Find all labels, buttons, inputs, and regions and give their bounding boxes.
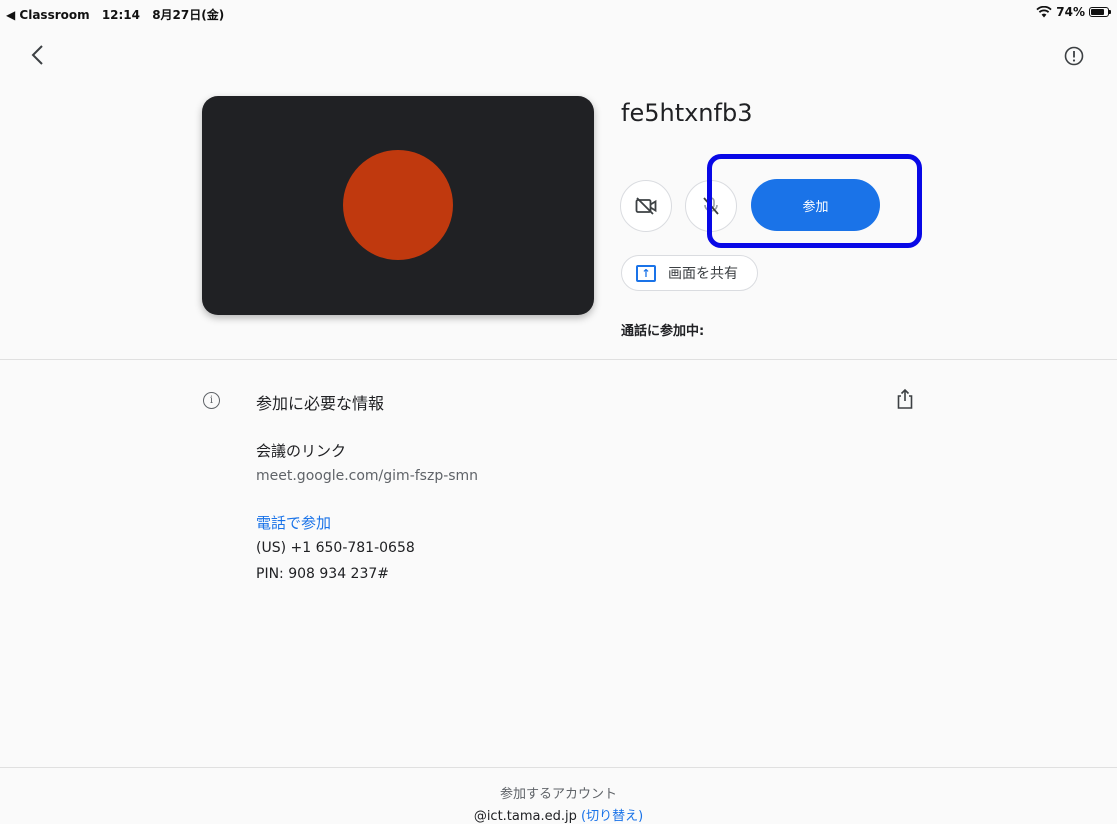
- status-time: 12:14: [101, 8, 141, 22]
- share-export-icon: [897, 388, 913, 409]
- phone-number: (US) +1 650-781-0658: [256, 540, 415, 556]
- chevron-left-icon: [31, 45, 43, 65]
- phone-pin: PIN: 908 934 237#: [256, 566, 390, 582]
- info-icon: i: [203, 392, 220, 409]
- share-screen-label: 画面を共有: [668, 266, 738, 282]
- battery-percent: 74%: [1056, 5, 1085, 19]
- share-info-button[interactable]: [895, 388, 915, 414]
- meeting-title: fe5htxnfb3: [621, 99, 753, 127]
- wifi-icon: [1036, 6, 1052, 18]
- annotation-highlight-box: [707, 154, 922, 248]
- battery-icon: [1089, 7, 1111, 17]
- present-screen-icon: ↑: [636, 264, 656, 282]
- footer-divider: [0, 767, 1117, 768]
- status-date: 8月27日(金): [152, 8, 225, 22]
- share-screen-button[interactable]: ↑ 画面を共有: [621, 255, 758, 291]
- camera-toggle-button[interactable]: [620, 180, 672, 232]
- info-heading: 参加に必要な情報: [256, 394, 385, 413]
- divider: [0, 359, 1117, 360]
- meeting-link-label: 会議のリンク: [256, 442, 347, 460]
- status-bar-left: ◀ Classroom 12:14 8月27日(金): [6, 6, 232, 23]
- meeting-link-url[interactable]: meet.google.com/gim-fszp-smn: [256, 468, 478, 484]
- camera-off-icon: [635, 197, 657, 215]
- back-to-app-link[interactable]: ◀ Classroom: [6, 8, 90, 22]
- back-button[interactable]: [30, 44, 46, 70]
- alert-circle-icon: [1064, 46, 1084, 66]
- status-bar-right: 74%: [1036, 5, 1111, 19]
- avatar: [343, 150, 453, 260]
- account-label: 参加するアカウント: [499, 787, 617, 802]
- video-preview: [202, 96, 594, 315]
- report-button[interactable]: [1064, 46, 1084, 70]
- account-row: @ict.tama.ed.jp (切り替え): [0, 805, 1117, 824]
- join-by-phone-link[interactable]: 電話で参加: [256, 512, 331, 533]
- in-call-label: 通話に参加中:: [621, 324, 705, 339]
